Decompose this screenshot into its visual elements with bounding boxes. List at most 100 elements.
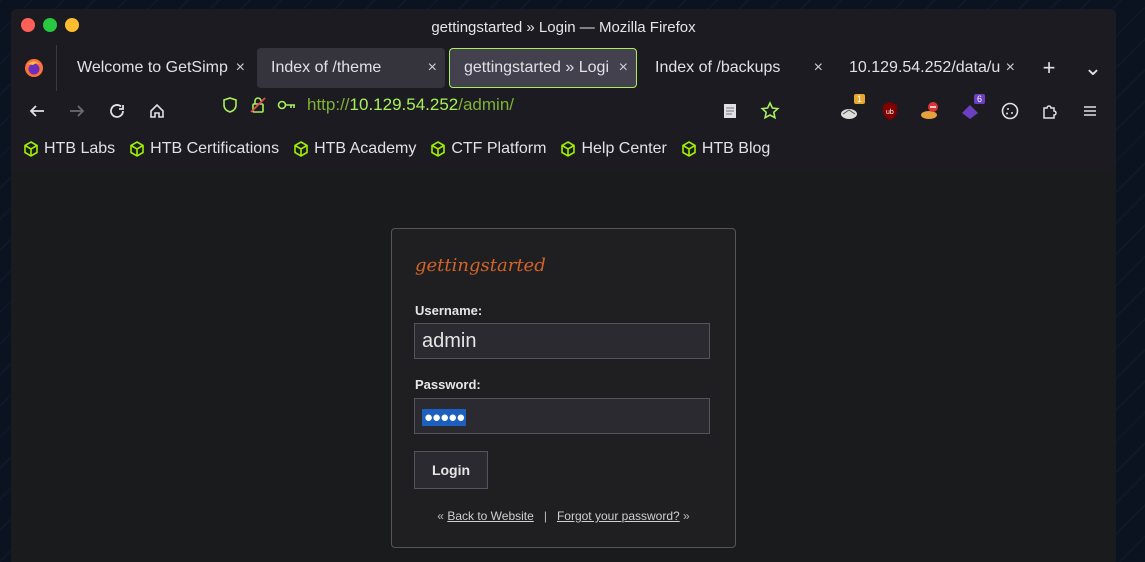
close-tab-icon[interactable]: × xyxy=(619,59,628,77)
username-input[interactable]: admin xyxy=(414,323,710,359)
toolbar-icons: 1 ub 6 xyxy=(714,94,1106,127)
bookmark-label: HTB Blog xyxy=(701,140,771,157)
bookmark-label: HTB Academy xyxy=(314,140,417,157)
htb-cube-icon xyxy=(24,141,38,157)
tab-label: Index of /theme xyxy=(271,59,382,76)
minimize-window-button[interactable] xyxy=(65,18,79,32)
bookmark-htb-certifications[interactable]: HTB Certifications xyxy=(129,140,279,158)
username-label: Username: xyxy=(415,303,483,318)
cookie-icon xyxy=(1001,102,1019,120)
hamburger-menu-icon xyxy=(1084,106,1096,116)
list-all-tabs-button[interactable]: ⌄ xyxy=(1071,55,1115,81)
insecure-lock-icon[interactable] xyxy=(249,96,267,114)
tab-label: 10.129.54.252/data/u xyxy=(849,59,1000,76)
close-window-button[interactable] xyxy=(21,18,35,32)
back-arrow-icon xyxy=(29,105,44,117)
extension-icon xyxy=(841,109,857,119)
tab-label: Index of /backups xyxy=(655,59,781,76)
bookmark-htb-blog[interactable]: HTB Blog xyxy=(681,140,770,158)
footer-suffix: » xyxy=(683,509,690,523)
close-tab-icon[interactable]: × xyxy=(814,59,823,77)
bookmark-help-center[interactable]: Help Center xyxy=(560,140,667,158)
window-title: gettingstarted » Login — Mozilla Firefox xyxy=(431,18,696,36)
ublock-icon: ub xyxy=(883,102,897,120)
extension-button-1[interactable]: 1 xyxy=(834,94,866,127)
tab-label: Welcome to GetSimp xyxy=(77,59,228,76)
url-prefix: http:// xyxy=(307,95,350,114)
login-panel: gettingstarted Username: admin Password:… xyxy=(391,228,736,548)
tab-data[interactable]: 10.129.54.252/data/u × xyxy=(835,48,1023,88)
back-to-website-link[interactable]: Back to Website xyxy=(447,509,533,523)
new-tab-button[interactable]: + xyxy=(1027,55,1071,81)
extensions-button[interactable] xyxy=(1034,95,1066,127)
tab-welcome[interactable]: Welcome to GetSimp × xyxy=(63,48,253,88)
extension-icon xyxy=(962,105,978,119)
bookmark-label: CTF Platform xyxy=(451,140,547,157)
svg-text:ub: ub xyxy=(886,109,894,116)
browser-window: gettingstarted » Login — Mozilla Firefox… xyxy=(11,9,1116,562)
footer-separator: | xyxy=(543,509,547,523)
firefox-icon xyxy=(24,59,43,77)
htb-cube-icon xyxy=(294,141,308,157)
bookmark-htb-academy[interactable]: HTB Academy xyxy=(293,140,416,158)
password-input[interactable]: ●●●●● xyxy=(414,398,710,434)
forgot-password-link[interactable]: Forgot your password? xyxy=(557,509,680,523)
tracking-shield-icon[interactable] xyxy=(221,96,239,114)
url-host: 10.129.54.252 xyxy=(349,95,459,114)
puzzle-icon xyxy=(1043,105,1057,119)
login-button[interactable]: Login xyxy=(414,451,488,489)
password-value: ●●●●● xyxy=(422,409,467,426)
reader-view-icon xyxy=(724,104,736,118)
key-icon[interactable] xyxy=(277,96,297,114)
extension-button-4[interactable]: 6 xyxy=(954,94,986,127)
bookmark-star-button[interactable] xyxy=(754,95,786,127)
extension-badge: 1 xyxy=(853,94,865,104)
page-content: gettingstarted Username: admin Password:… xyxy=(11,171,1116,562)
extension-badge: 6 xyxy=(973,94,985,104)
window-controls xyxy=(21,18,79,32)
bookmark-ctf-platform[interactable]: CTF Platform xyxy=(430,140,546,158)
footer-prefix: « xyxy=(437,509,444,523)
ublock-button[interactable]: ub xyxy=(874,95,906,127)
bookmark-label: HTB Labs xyxy=(44,140,116,157)
title-bar: gettingstarted » Login — Mozilla Firefox xyxy=(11,9,1116,45)
bookmark-label: HTB Certifications xyxy=(150,140,280,157)
close-tab-icon[interactable]: × xyxy=(1006,59,1015,77)
bookmark-label: Help Center xyxy=(581,140,667,157)
close-tab-icon[interactable]: × xyxy=(428,59,437,77)
tab-theme[interactable]: Index of /theme × xyxy=(257,48,445,88)
home-button[interactable] xyxy=(137,95,177,127)
extension-button-3[interactable] xyxy=(914,95,946,127)
password-label: Password: xyxy=(415,377,481,392)
reload-icon xyxy=(110,104,124,118)
star-icon xyxy=(760,101,780,120)
htb-cube-icon xyxy=(561,141,576,157)
bookmarks-toolbar: HTB Labs HTB Certifications HTB Academy … xyxy=(11,131,1116,167)
bookmark-htb-labs[interactable]: HTB Labs xyxy=(23,140,115,158)
maximize-window-button[interactable] xyxy=(43,18,57,32)
url-bar[interactable]: http://10.129.54.252/admin/ xyxy=(221,95,514,115)
url-path: /admin/ xyxy=(458,95,514,114)
reader-view-button[interactable] xyxy=(714,95,746,127)
tab-label: gettingstarted » Logi xyxy=(464,59,609,76)
tab-backups[interactable]: Index of /backups × xyxy=(641,48,831,88)
navigation-bar: http://10.129.54.252/admin/ 1 ub 6 xyxy=(11,91,1116,131)
forward-button[interactable] xyxy=(57,95,97,127)
htb-cube-icon xyxy=(130,141,144,157)
reload-button[interactable] xyxy=(97,95,137,127)
tab-login[interactable]: gettingstarted » Logi × xyxy=(449,48,637,88)
close-tab-icon[interactable]: × xyxy=(236,59,245,77)
htb-cube-icon xyxy=(431,141,446,157)
cookie-button[interactable] xyxy=(994,95,1026,127)
firefox-view-button[interactable] xyxy=(11,45,57,91)
forward-arrow-icon xyxy=(70,105,85,117)
url-text[interactable]: http://10.129.54.252/admin/ xyxy=(307,95,514,115)
login-footer-links: « Back to Website | Forgot your password… xyxy=(392,509,735,523)
tab-bar: Welcome to GetSimp × Index of /theme × g… xyxy=(11,45,1116,91)
extension-icon xyxy=(921,102,938,119)
htb-cube-icon xyxy=(682,141,696,157)
menu-button[interactable] xyxy=(1074,95,1106,127)
site-name: gettingstarted xyxy=(415,255,546,276)
back-button[interactable] xyxy=(17,95,57,127)
home-icon xyxy=(150,103,164,118)
